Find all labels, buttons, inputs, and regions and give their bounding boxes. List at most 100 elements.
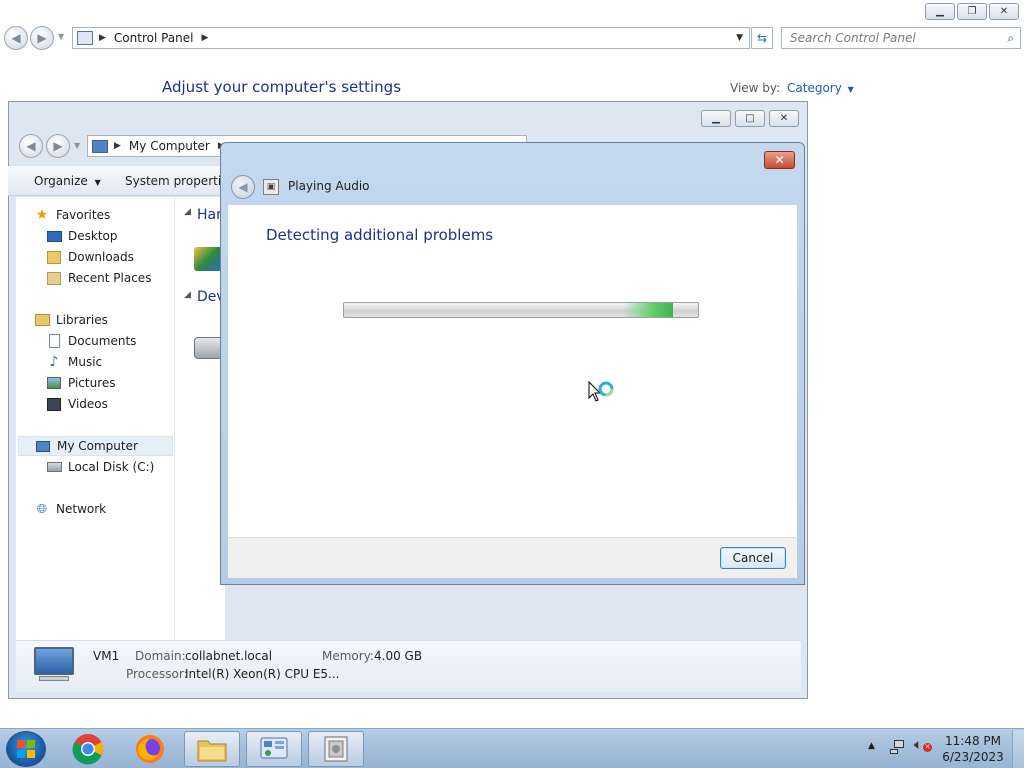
search-icon[interactable]: ⌕: [1007, 31, 1014, 46]
start-button[interactable]: [6, 731, 46, 767]
progress-pulse: [623, 303, 673, 317]
back-button[interactable]: ◀: [4, 26, 28, 50]
show-hidden-icons-button[interactable]: ▲: [868, 741, 875, 751]
recent-places-icon: [46, 271, 62, 285]
domain-value: collabnet.local: [185, 649, 273, 663]
domain-label: Domain:: [135, 649, 186, 663]
taskbar-explorer[interactable]: [184, 731, 240, 767]
view-by-label: View by:: [730, 81, 781, 95]
clock-time: 11:48 PM: [945, 734, 1001, 748]
sidebar-item-my-computer[interactable]: My Computer: [18, 436, 173, 456]
dialog-heading: Detecting additional problems: [266, 226, 494, 244]
collapse-arrow-icon[interactable]: ◢: [184, 290, 191, 300]
address-dropdown-icon[interactable]: ▼: [736, 33, 743, 43]
restore-button[interactable]: ❐: [957, 3, 987, 20]
sidebar-item-music[interactable]: ♪ Music: [46, 352, 103, 372]
recent-pages-chevron-icon[interactable]: ▼: [58, 32, 64, 41]
sidebar-item-libraries[interactable]: Libraries: [34, 310, 108, 330]
computer-icon: [92, 139, 108, 153]
restore-icon: ❐: [967, 6, 977, 17]
taskbar-troubleshooter[interactable]: [308, 731, 364, 767]
address-bar[interactable]: ▶ Control Panel ▶ ▼: [72, 27, 750, 49]
sidebar-item-videos[interactable]: Videos: [46, 394, 108, 414]
address-crumb-my-computer[interactable]: My Computer: [129, 139, 210, 153]
breadcrumb-separator-icon[interactable]: ▶: [202, 33, 209, 43]
videos-icon: [46, 397, 62, 411]
system-properties-button[interactable]: System properties: [125, 174, 235, 188]
minimize-icon: ▁: [936, 6, 944, 17]
sidebar-item-recent-places[interactable]: Recent Places: [46, 268, 151, 288]
sidebar-item-desktop[interactable]: Desktop: [46, 226, 118, 246]
minimize-button[interactable]: ▁: [925, 3, 955, 20]
sidebar-item-label: Libraries: [56, 313, 108, 327]
chevron-down-icon: ▼: [94, 178, 101, 187]
address-crumb-control-panel[interactable]: Control Panel: [114, 31, 194, 45]
hard-disk-drive-icon[interactable]: [194, 247, 222, 271]
minimize-icon: ▁: [712, 113, 720, 124]
content-area: ◢ Har ◢ Dev: [175, 197, 225, 640]
sidebar-item-label: Pictures: [68, 376, 116, 390]
sidebar-item-label: Local Disk (C:): [68, 460, 155, 474]
maximize-button[interactable]: □: [735, 110, 765, 127]
clock[interactable]: 11:48 PM 6/23/2023: [938, 733, 1008, 765]
desktop-icon: [46, 229, 62, 243]
network-tray-icon[interactable]: [890, 739, 906, 755]
sidebar-item-label: Desktop: [68, 229, 118, 243]
computer-icon: [34, 647, 78, 683]
recent-pages-chevron-icon[interactable]: ▼: [74, 141, 80, 150]
my-computer-toolbar: Organize ▼ System properties: [8, 166, 235, 196]
taskbar-chrome[interactable]: [60, 731, 116, 767]
troubleshooter-icon: [324, 736, 348, 762]
taskbar-firefox[interactable]: [122, 731, 178, 767]
details-pane: VM1 Domain: collabnet.local Memory: 4.00…: [16, 640, 801, 692]
back-button[interactable]: ◀: [19, 134, 43, 158]
group-heading-hard-disks[interactable]: Har: [197, 207, 222, 223]
taskbar-control-panel[interactable]: [246, 731, 302, 767]
dialog-close-button[interactable]: ✕: [764, 151, 795, 169]
computer-name: VM1: [93, 649, 120, 663]
control-panel-titlebar: ▁ ❐ ✕: [0, 0, 1024, 24]
collapse-arrow-icon[interactable]: ◢: [184, 207, 191, 217]
volume-muted-icon[interactable]: 🔈︎ ✕: [914, 737, 932, 753]
sidebar-item-label: Videos: [68, 397, 108, 411]
view-by-dropdown[interactable]: Category ▼: [787, 81, 854, 95]
show-desktop-button[interactable]: [1012, 730, 1024, 768]
forward-button[interactable]: ▶: [30, 26, 54, 50]
sidebar-item-network[interactable]: 🌐︎ Network: [34, 499, 106, 519]
close-button[interactable]: ✕: [989, 3, 1019, 20]
cancel-button[interactable]: Cancel: [720, 547, 786, 569]
busy-cursor-icon: [588, 380, 614, 402]
organize-label: Organize: [34, 174, 88, 188]
back-arrow-icon: ◀: [238, 180, 248, 194]
libraries-icon: [34, 313, 50, 327]
sidebar-item-label: My Computer: [57, 439, 138, 453]
star-icon: ★: [35, 207, 49, 223]
organize-button[interactable]: Organize ▼: [34, 174, 101, 188]
sidebar-item-documents[interactable]: Documents: [46, 331, 136, 351]
minimize-button[interactable]: ▁: [701, 110, 731, 127]
navigation-pane: ★ Favorites Desktop Downloads Recent Pla…: [16, 197, 175, 640]
memory-label: Memory:: [322, 649, 374, 663]
processor-value: Intel(R) Xeon(R) CPU E5...: [185, 667, 340, 681]
local-disk-icon: [46, 460, 62, 474]
progress-bar: [343, 302, 699, 318]
close-button[interactable]: ✕: [769, 110, 799, 127]
sidebar-item-favorites[interactable]: ★ Favorites: [34, 205, 111, 225]
computer-icon: [35, 439, 51, 453]
refresh-button[interactable]: ⇆: [751, 27, 773, 49]
view-by-value: Category: [787, 81, 842, 95]
maximize-icon: □: [745, 113, 755, 124]
back-arrow-icon: ◀: [11, 31, 21, 45]
sidebar-item-pictures[interactable]: Pictures: [46, 373, 116, 393]
forward-button[interactable]: ▶: [46, 134, 70, 158]
breadcrumb-separator-icon: ▶: [99, 33, 106, 43]
search-input[interactable]: Search Control Panel ⌕: [781, 27, 1021, 49]
sidebar-item-label: Favorites: [56, 208, 111, 222]
chevron-down-icon: ▼: [847, 85, 854, 94]
page-title: Adjust your computer's settings: [162, 78, 402, 96]
sidebar-item-local-disk[interactable]: Local Disk (C:): [46, 457, 154, 477]
forward-arrow-icon: ▶: [37, 31, 47, 45]
sidebar-item-downloads[interactable]: Downloads: [46, 247, 134, 267]
control-panel-icon: [77, 31, 93, 45]
dialog-back-button[interactable]: ◀: [231, 175, 255, 199]
